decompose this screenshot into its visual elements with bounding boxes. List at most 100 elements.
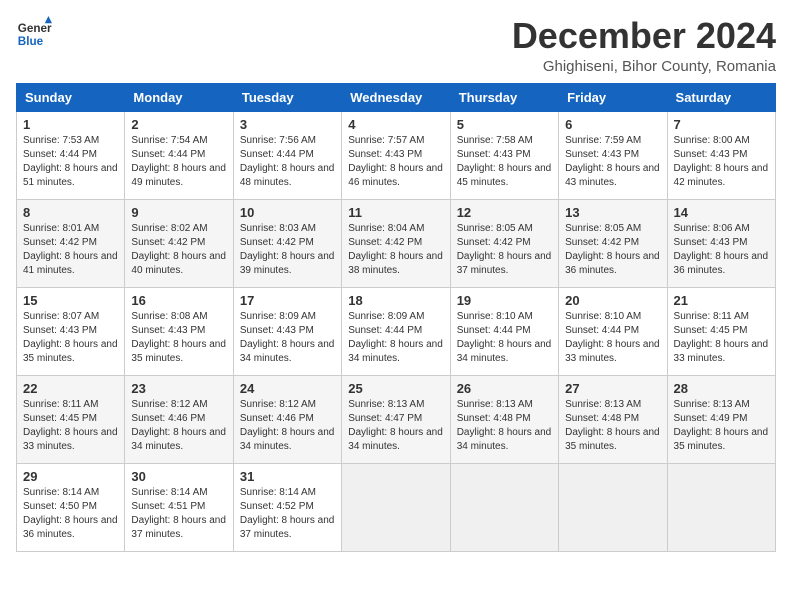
day-info: Sunrise: 8:09 AM Sunset: 4:43 PM Dayligh… [240,310,335,366]
day-number: 2 [131,117,226,132]
sunrise-label: Sunrise: 8:13 AM [348,399,424,410]
svg-text:General: General [18,22,52,35]
day-info: Sunrise: 8:13 AM Sunset: 4:49 PM Dayligh… [674,398,769,454]
sunset-label: Sunset: 4:43 PM [565,149,639,160]
calendar-cell: 3 Sunrise: 7:56 AM Sunset: 4:44 PM Dayli… [233,111,341,199]
sunrise-label: Sunrise: 8:13 AM [457,399,533,410]
sunset-label: Sunset: 4:42 PM [131,237,205,248]
daylight-label: Daylight: 8 hours and 36 minutes. [674,251,769,276]
day-number: 30 [131,469,226,484]
day-number: 8 [23,205,118,220]
sunset-label: Sunset: 4:42 PM [23,237,97,248]
day-info: Sunrise: 8:14 AM Sunset: 4:51 PM Dayligh… [131,486,226,542]
sunset-label: Sunset: 4:43 PM [348,149,422,160]
sunrise-label: Sunrise: 8:09 AM [240,311,316,322]
daylight-label: Daylight: 8 hours and 33 minutes. [674,339,769,364]
daylight-label: Daylight: 8 hours and 36 minutes. [565,251,660,276]
sunset-label: Sunset: 4:43 PM [674,149,748,160]
sunrise-label: Sunrise: 8:11 AM [23,399,98,410]
calendar-cell: 21 Sunrise: 8:11 AM Sunset: 4:45 PM Dayl… [667,287,775,375]
sunrise-label: Sunrise: 8:14 AM [131,487,207,498]
daylight-label: Daylight: 8 hours and 37 minutes. [240,515,335,540]
day-number: 27 [565,381,660,396]
sunrise-label: Sunrise: 7:54 AM [131,135,207,146]
sunset-label: Sunset: 4:45 PM [23,413,97,424]
column-header-wednesday: Wednesday [342,83,450,111]
sunset-label: Sunset: 4:44 PM [131,149,205,160]
sunrise-label: Sunrise: 8:07 AM [23,311,99,322]
daylight-label: Daylight: 8 hours and 38 minutes. [348,251,443,276]
calendar-table: SundayMondayTuesdayWednesdayThursdayFrid… [16,83,776,552]
calendar-subtitle: Ghighiseni, Bihor County, Romania [512,58,776,75]
column-header-saturday: Saturday [667,83,775,111]
week-row-1: 1 Sunrise: 7:53 AM Sunset: 4:44 PM Dayli… [17,111,776,199]
day-number: 10 [240,205,335,220]
day-info: Sunrise: 8:03 AM Sunset: 4:42 PM Dayligh… [240,222,335,278]
column-header-monday: Monday [125,83,233,111]
day-info: Sunrise: 8:13 AM Sunset: 4:48 PM Dayligh… [457,398,552,454]
sunrise-label: Sunrise: 7:57 AM [348,135,424,146]
day-info: Sunrise: 8:14 AM Sunset: 4:50 PM Dayligh… [23,486,118,542]
sunset-label: Sunset: 4:45 PM [674,325,748,336]
sunset-label: Sunset: 4:46 PM [240,413,314,424]
day-number: 28 [674,381,769,396]
calendar-cell: 4 Sunrise: 7:57 AM Sunset: 4:43 PM Dayli… [342,111,450,199]
daylight-label: Daylight: 8 hours and 41 minutes. [23,251,118,276]
sunrise-label: Sunrise: 8:10 AM [565,311,641,322]
day-info: Sunrise: 8:04 AM Sunset: 4:42 PM Dayligh… [348,222,443,278]
sunrise-label: Sunrise: 8:14 AM [23,487,99,498]
sunrise-label: Sunrise: 8:06 AM [674,223,750,234]
sunset-label: Sunset: 4:44 PM [565,325,639,336]
calendar-cell: 7 Sunrise: 8:00 AM Sunset: 4:43 PM Dayli… [667,111,775,199]
calendar-cell: 14 Sunrise: 8:06 AM Sunset: 4:43 PM Dayl… [667,199,775,287]
calendar-cell: 25 Sunrise: 8:13 AM Sunset: 4:47 PM Dayl… [342,375,450,463]
sunset-label: Sunset: 4:42 PM [457,237,531,248]
sunrise-label: Sunrise: 8:12 AM [240,399,316,410]
daylight-label: Daylight: 8 hours and 46 minutes. [348,163,443,188]
day-number: 22 [23,381,118,396]
day-info: Sunrise: 8:01 AM Sunset: 4:42 PM Dayligh… [23,222,118,278]
calendar-cell: 22 Sunrise: 8:11 AM Sunset: 4:45 PM Dayl… [17,375,125,463]
sunrise-label: Sunrise: 8:10 AM [457,311,533,322]
daylight-label: Daylight: 8 hours and 34 minutes. [240,427,335,452]
day-number: 14 [674,205,769,220]
daylight-label: Daylight: 8 hours and 35 minutes. [131,339,226,364]
day-number: 12 [457,205,552,220]
day-info: Sunrise: 8:06 AM Sunset: 4:43 PM Dayligh… [674,222,769,278]
day-number: 13 [565,205,660,220]
calendar-cell [559,463,667,551]
day-info: Sunrise: 8:14 AM Sunset: 4:52 PM Dayligh… [240,486,335,542]
day-number: 4 [348,117,443,132]
daylight-label: Daylight: 8 hours and 39 minutes. [240,251,335,276]
week-row-5: 29 Sunrise: 8:14 AM Sunset: 4:50 PM Dayl… [17,463,776,551]
daylight-label: Daylight: 8 hours and 34 minutes. [457,427,552,452]
sunrise-label: Sunrise: 8:11 AM [674,311,749,322]
day-info: Sunrise: 8:13 AM Sunset: 4:47 PM Dayligh… [348,398,443,454]
calendar-cell: 1 Sunrise: 7:53 AM Sunset: 4:44 PM Dayli… [17,111,125,199]
sunset-label: Sunset: 4:51 PM [131,501,205,512]
day-number: 26 [457,381,552,396]
sunset-label: Sunset: 4:52 PM [240,501,314,512]
calendar-cell: 10 Sunrise: 8:03 AM Sunset: 4:42 PM Dayl… [233,199,341,287]
sunset-label: Sunset: 4:43 PM [131,325,205,336]
calendar-cell [667,463,775,551]
day-number: 16 [131,293,226,308]
sunrise-label: Sunrise: 8:09 AM [348,311,424,322]
calendar-cell: 9 Sunrise: 8:02 AM Sunset: 4:42 PM Dayli… [125,199,233,287]
sunset-label: Sunset: 4:49 PM [674,413,748,424]
calendar-title: December 2024 [512,16,776,56]
calendar-cell: 15 Sunrise: 8:07 AM Sunset: 4:43 PM Dayl… [17,287,125,375]
daylight-label: Daylight: 8 hours and 34 minutes. [348,427,443,452]
calendar-cell: 23 Sunrise: 8:12 AM Sunset: 4:46 PM Dayl… [125,375,233,463]
daylight-label: Daylight: 8 hours and 37 minutes. [457,251,552,276]
sunset-label: Sunset: 4:43 PM [23,325,97,336]
day-info: Sunrise: 8:05 AM Sunset: 4:42 PM Dayligh… [565,222,660,278]
sunset-label: Sunset: 4:43 PM [240,325,314,336]
calendar-cell: 30 Sunrise: 8:14 AM Sunset: 4:51 PM Dayl… [125,463,233,551]
calendar-cell: 2 Sunrise: 7:54 AM Sunset: 4:44 PM Dayli… [125,111,233,199]
day-info: Sunrise: 8:10 AM Sunset: 4:44 PM Dayligh… [565,310,660,366]
sunset-label: Sunset: 4:47 PM [348,413,422,424]
calendar-cell: 31 Sunrise: 8:14 AM Sunset: 4:52 PM Dayl… [233,463,341,551]
daylight-label: Daylight: 8 hours and 49 minutes. [131,163,226,188]
daylight-label: Daylight: 8 hours and 34 minutes. [457,339,552,364]
